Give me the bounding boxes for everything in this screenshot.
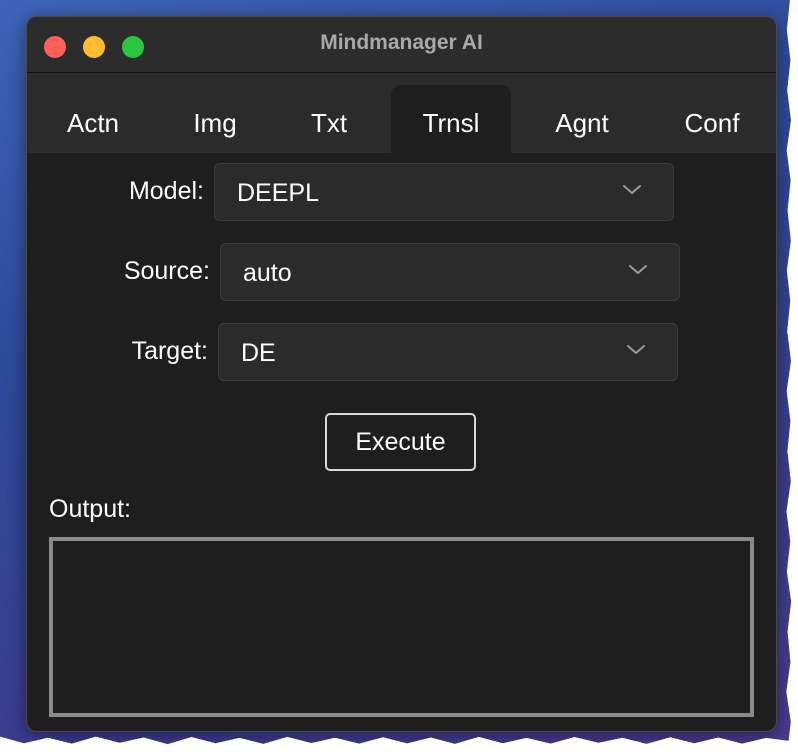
target-select[interactable]: DE xyxy=(218,323,678,381)
output-textarea[interactable] xyxy=(49,537,754,717)
tab-actn[interactable]: Actn xyxy=(37,85,149,153)
chevron-down-icon xyxy=(623,185,641,194)
window-title: Mindmanager AI xyxy=(320,31,483,54)
app-window: Mindmanager AI Actn Img Txt Trnsl Agnt C… xyxy=(26,16,777,732)
chevron-down-icon xyxy=(629,265,647,274)
title-bar: Mindmanager AI xyxy=(27,17,776,73)
target-label: Target: xyxy=(131,337,208,365)
tab-agnt[interactable]: Agnt xyxy=(523,85,641,153)
tab-conf[interactable]: Conf xyxy=(653,85,771,153)
output-label: Output: xyxy=(49,495,131,523)
tab-txt[interactable]: Txt xyxy=(273,85,385,153)
model-select[interactable]: DEEPL xyxy=(214,163,674,221)
tab-trnsl[interactable]: Trnsl xyxy=(391,85,511,153)
source-value: auto xyxy=(243,259,292,287)
target-value: DE xyxy=(241,339,276,367)
tab-img[interactable]: Img xyxy=(159,85,271,153)
source-select[interactable]: auto xyxy=(220,243,680,301)
chevron-down-icon xyxy=(627,345,645,354)
source-label: Source: xyxy=(123,257,210,285)
model-value: DEEPL xyxy=(237,179,319,207)
model-label: Model: xyxy=(128,177,204,205)
execute-button[interactable]: Execute xyxy=(325,413,476,471)
tab-bar: Actn Img Txt Trnsl Agnt Conf xyxy=(27,73,776,153)
